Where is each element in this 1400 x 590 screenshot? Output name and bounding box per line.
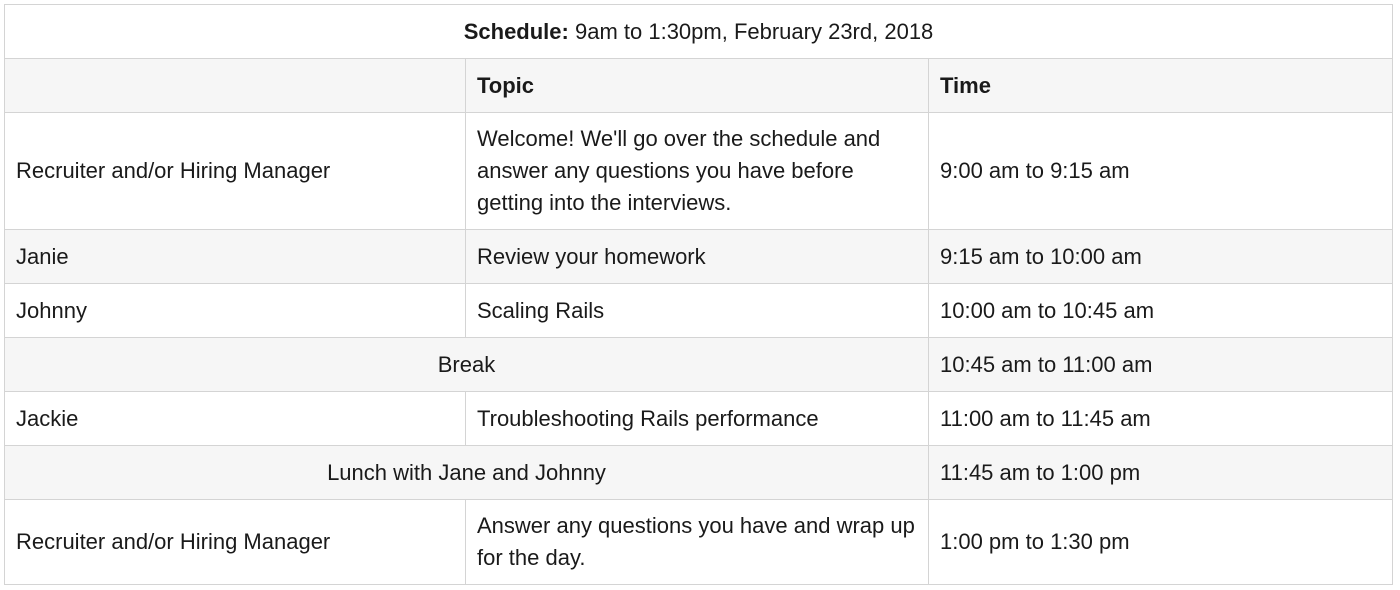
person-cell: Recruiter and/or Hiring Manager xyxy=(4,499,466,585)
time-cell: 11:00 am to 11:45 am xyxy=(927,391,1394,446)
time-cell: 9:00 am to 9:15 am xyxy=(927,112,1394,230)
time-cell: 9:15 am to 10:00 am xyxy=(927,229,1394,284)
topic-cell: Welcome! We'll go over the schedule and … xyxy=(465,112,929,230)
person-cell: Recruiter and/or Hiring Manager xyxy=(4,112,466,230)
time-cell: 11:45 am to 1:00 pm xyxy=(927,445,1394,500)
time-cell: 10:00 am to 10:45 am xyxy=(927,283,1394,338)
table-row: Recruiter and/or Hiring Manager Answer a… xyxy=(4,499,1394,585)
table-title-cell: Schedule: 9am to 1:30pm, February 23rd, … xyxy=(3,4,1394,59)
table-row: Recruiter and/or Hiring Manager Welcome!… xyxy=(4,112,1394,230)
topic-cell: Troubleshooting Rails performance xyxy=(465,391,929,446)
table-title-label: Schedule: xyxy=(463,18,569,44)
header-cell-time: Time xyxy=(927,58,1394,113)
person-cell: Janie xyxy=(4,229,466,284)
schedule-container: Schedule: 9am to 1:30pm, February 23rd, … xyxy=(3,4,1394,585)
person-cell: Johnny xyxy=(4,283,466,338)
header-cell-topic: Topic xyxy=(465,58,929,113)
schedule-table: Schedule: 9am to 1:30pm, February 23rd, … xyxy=(3,4,1394,585)
table-title-text: 9am to 1:30pm, February 23rd, 2018 xyxy=(568,18,934,44)
topic-cell: Review your homework xyxy=(465,229,929,284)
person-cell: Jackie xyxy=(4,391,466,446)
break-cell: Break xyxy=(4,337,929,392)
table-header-row: Topic Time xyxy=(4,58,1394,113)
topic-cell: Answer any questions you have and wrap u… xyxy=(465,499,929,585)
topic-cell: Scaling Rails xyxy=(465,283,929,338)
table-row: Break 10:45 am to 11:00 am xyxy=(4,337,1394,392)
header-cell-empty xyxy=(4,58,466,113)
table-row: Johnny Scaling Rails 10:00 am to 10:45 a… xyxy=(4,283,1394,338)
table-title-row: Schedule: 9am to 1:30pm, February 23rd, … xyxy=(3,4,1394,59)
table-row: Jackie Troubleshooting Rails performance… xyxy=(4,391,1394,446)
time-cell: 10:45 am to 11:00 am xyxy=(927,337,1394,392)
table-row: Lunch with Jane and Johnny 11:45 am to 1… xyxy=(4,445,1394,500)
time-cell: 1:00 pm to 1:30 pm xyxy=(927,499,1394,585)
table-row: Janie Review your homework 9:15 am to 10… xyxy=(4,229,1394,284)
lunch-cell: Lunch with Jane and Johnny xyxy=(4,445,929,500)
